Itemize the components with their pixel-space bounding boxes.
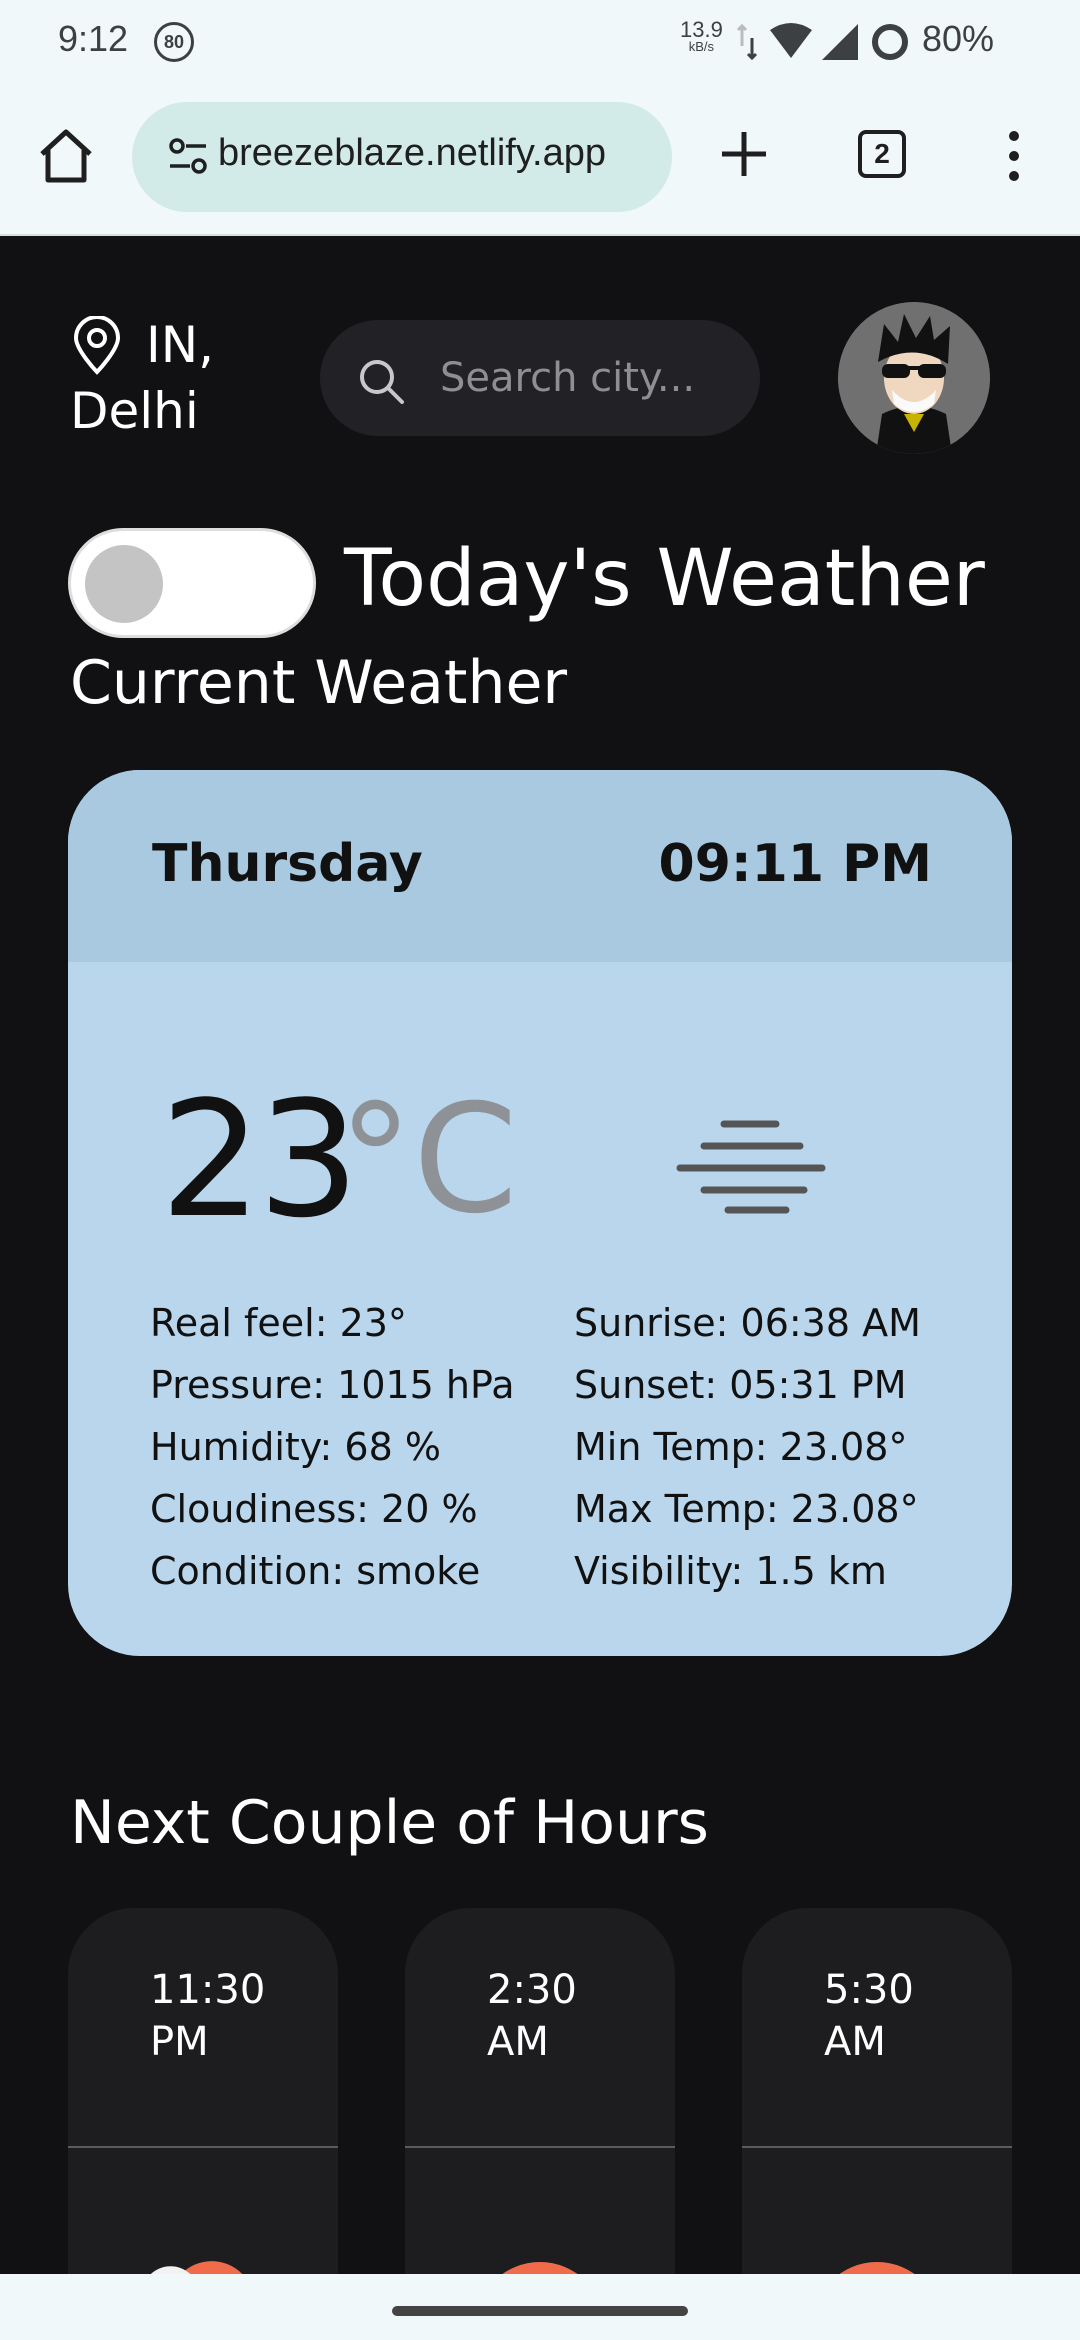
sunset: Sunset: 05:31 PM	[574, 1363, 907, 1407]
details-right: Sunrise: 06:38 AM Sunset: 05:31 PM Min T…	[574, 1292, 921, 1602]
pressure: Pressure: 1015 hPa	[150, 1363, 515, 1407]
haze-icon	[676, 1120, 826, 1214]
temperature-unit: °C	[338, 1073, 518, 1247]
min-temp: Min Temp: 23.08°	[574, 1425, 908, 1469]
condition: Condition: smoke	[150, 1549, 481, 1593]
cloudiness: Cloudiness: 20 %	[150, 1487, 478, 1531]
battery-icon	[872, 24, 908, 60]
forecast-title: Next Couple of Hours	[70, 1788, 709, 1858]
weekday-label: Thursday	[152, 834, 423, 894]
tab-switcher-button[interactable]: 2	[858, 130, 906, 178]
today-weather-title: Today's Weather	[344, 534, 985, 624]
temperature-value: 23	[160, 1066, 360, 1253]
search-input[interactable]	[440, 350, 730, 406]
system-nav-bar	[0, 2274, 1080, 2340]
address-bar[interactable]: breezeblaze.netlify.app	[132, 102, 672, 212]
network-speed: 13.9 kB/s	[680, 19, 723, 54]
current-time: 09:11 PM	[658, 834, 932, 894]
visibility: Visibility: 1.5 km	[574, 1549, 887, 1593]
divider	[742, 2146, 1012, 2148]
signal-icon	[822, 24, 858, 60]
wifi-icon	[770, 23, 812, 58]
new-tab-icon[interactable]	[718, 128, 770, 180]
toggle-knob	[85, 545, 163, 623]
hour-time: 2:30 AM	[487, 1967, 577, 2065]
search-box[interactable]	[320, 320, 760, 436]
current-weather-title: Current Weather	[70, 648, 568, 718]
hour-time: 11:30 PM	[150, 1967, 266, 2065]
more-menu-icon[interactable]	[1004, 126, 1024, 186]
theme-toggle[interactable]	[68, 528, 316, 638]
avatar[interactable]	[838, 302, 990, 454]
notification-badge: 80	[154, 22, 194, 62]
sunrise: Sunrise: 06:38 AM	[574, 1301, 921, 1345]
divider	[405, 2146, 675, 2148]
battery-percent: 80%	[922, 18, 995, 59]
url-text: breezeblaze.netlify.app	[218, 132, 606, 174]
network-speed-unit: kB/s	[688, 39, 715, 54]
divider	[68, 2146, 338, 2148]
home-icon[interactable]	[34, 124, 98, 188]
status-bar: 9:12 80 13.9 kB/s 80%	[0, 0, 1080, 82]
current-weather-card: Thursday 09:11 PM 23 °C Real feel: 23° P…	[68, 770, 1012, 1656]
max-temp: Max Temp: 23.08°	[574, 1487, 919, 1531]
location-label: IN, Delhi	[70, 316, 215, 440]
browser-toolbar: breezeblaze.netlify.app 2	[0, 82, 1080, 236]
real-feel: Real feel: 23°	[150, 1301, 407, 1345]
avatar-image	[838, 302, 990, 454]
data-arrows-icon	[736, 23, 758, 61]
humidity: Humidity: 68 %	[150, 1425, 441, 1469]
card-header: Thursday 09:11 PM	[68, 770, 1012, 962]
status-time: 9:12	[58, 18, 129, 59]
hour-time: 5:30 AM	[824, 1967, 914, 2065]
details-left: Real feel: 23° Pressure: 1015 hPa Humidi…	[150, 1292, 515, 1602]
home-gesture-handle[interactable]	[392, 2306, 688, 2316]
site-settings-icon[interactable]	[168, 136, 208, 176]
search-icon	[360, 360, 404, 404]
